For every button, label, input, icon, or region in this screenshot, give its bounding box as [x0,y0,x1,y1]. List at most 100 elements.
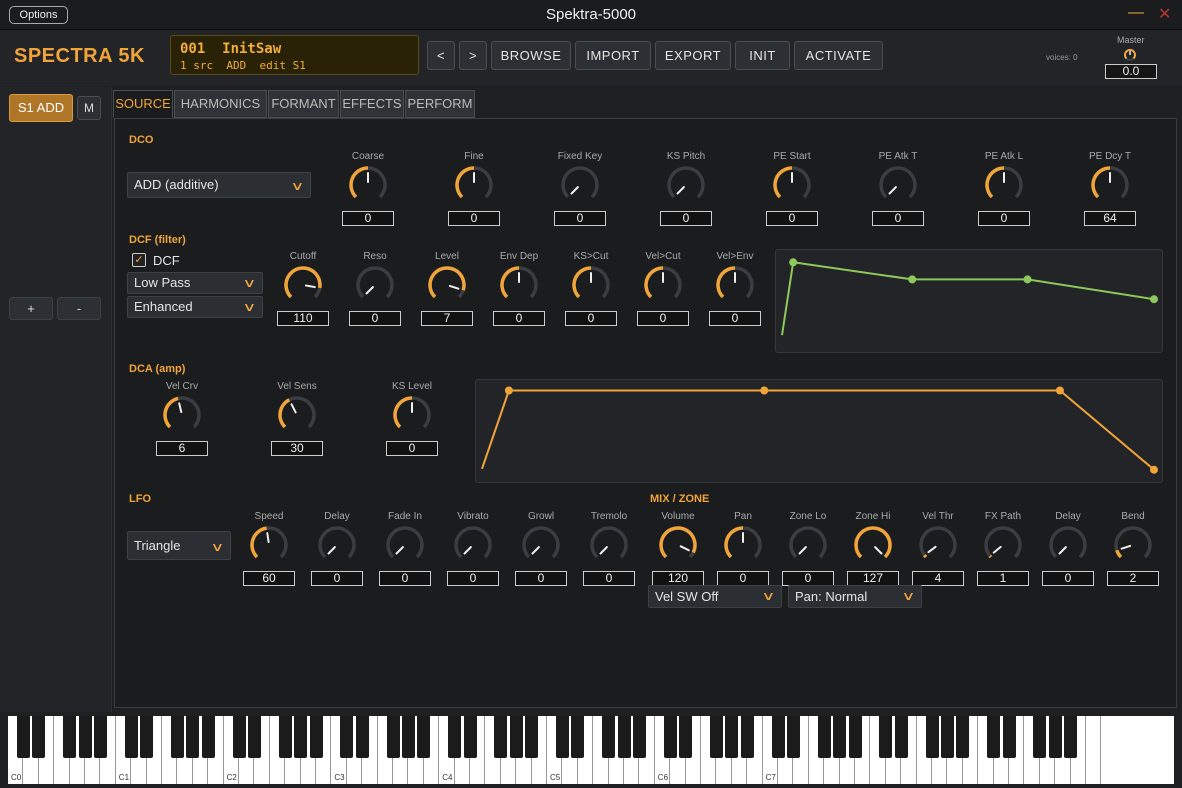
add-source-button[interactable]: + [9,297,53,320]
knob-dial[interactable] [384,524,426,566]
tab-perform[interactable]: PERFORM [405,90,475,118]
knob-value-field[interactable]: 0 [637,311,689,326]
black-key[interactable] [340,716,354,758]
knob-dial[interactable] [354,264,396,306]
black-key[interactable] [786,716,800,758]
knob-value-field[interactable]: 0 [872,211,924,226]
knob-speed[interactable]: Speed 60 [241,511,297,591]
knob-value-field[interactable]: 1 [977,571,1029,586]
knob-dial[interactable] [1089,164,1131,206]
knob-dial[interactable] [714,264,756,306]
knob-dial[interactable] [1047,524,1089,566]
knob-value-field[interactable]: 0 [1042,571,1094,586]
import-button[interactable]: IMPORT [575,41,651,70]
knob-value-field[interactable]: 0 [447,571,499,586]
black-key[interactable] [93,716,107,758]
knob-value-field[interactable]: 30 [271,441,323,456]
black-key[interactable] [740,716,754,758]
black-key[interactable] [140,716,154,758]
knob-dial[interactable] [347,164,389,206]
black-key[interactable] [555,716,569,758]
next-patch-button[interactable]: > [459,41,487,70]
black-key[interactable] [463,716,477,758]
dcf-quality-select[interactable]: Enhanced ∨ [127,296,263,318]
knob-value-field[interactable]: 64 [1084,211,1136,226]
init-button[interactable]: INIT [735,41,790,70]
knob-fade-in[interactable]: Fade In 0 [377,511,433,591]
knob-fx-path[interactable]: FX Path 1 [975,511,1031,591]
black-key[interactable] [987,716,1001,758]
filter-envelope-editor[interactable] [775,249,1163,353]
black-key[interactable] [817,716,831,758]
black-key[interactable] [771,716,785,758]
black-key[interactable] [617,716,631,758]
knob-value-field[interactable]: 2 [1107,571,1159,586]
knob-zone-lo[interactable]: Zone Lo 0 [780,511,836,591]
black-key[interactable] [956,716,970,758]
black-key[interactable] [940,716,954,758]
black-key[interactable] [448,716,462,758]
knob-value-field[interactable]: 0 [379,571,431,586]
envelope-node[interactable] [908,275,917,284]
knob-dial[interactable] [453,164,495,206]
envelope-node[interactable] [1023,275,1032,284]
black-key[interactable] [709,716,723,758]
knob-value-field[interactable]: 0 [717,571,769,586]
knob-pe-dcy-t[interactable]: PE Dcy T 64 [1082,151,1138,231]
knob-dial[interactable] [559,164,601,206]
knob-fine[interactable]: Fine 0 [446,151,502,231]
knob-bend[interactable]: Bend 2 [1105,511,1161,591]
knob-growl[interactable]: Growl 0 [513,511,569,591]
knob-delay[interactable]: Delay 0 [1040,511,1096,591]
tab-harmonics[interactable]: HARMONICS [174,90,267,118]
knob-pe-atk-l[interactable]: PE Atk L 0 [976,151,1032,231]
black-key[interactable] [509,716,523,758]
knob-zone-hi[interactable]: Zone Hi 127 [845,511,901,591]
black-key[interactable] [1064,716,1078,758]
knob-cutoff[interactable]: Cutoff 110 [275,251,331,331]
knob-value-field[interactable]: 0 [342,211,394,226]
knob-value-field[interactable]: 120 [652,571,704,586]
black-key[interactable] [294,716,308,758]
black-key[interactable] [925,716,939,758]
knob-value-field[interactable]: 0 [554,211,606,226]
knob-value-field[interactable]: 6 [156,441,208,456]
knob-value-field[interactable]: 0 [349,311,401,326]
knob-dial[interactable] [248,524,290,566]
black-key[interactable] [725,716,739,758]
tab-effects[interactable]: EFFECTS [340,90,404,118]
knob-ks-level[interactable]: KS Level 0 [384,381,440,461]
knob-value-field[interactable]: 127 [847,571,899,586]
envelope-node[interactable] [760,386,769,395]
knob-vel-cut[interactable]: Vel>Cut 0 [635,251,691,331]
knob-dial[interactable] [982,524,1024,566]
knob-dial[interactable] [426,264,468,306]
black-key[interactable] [78,716,92,758]
knob-dial[interactable] [452,524,494,566]
knob-value-field[interactable]: 0 [978,211,1030,226]
black-key[interactable] [401,716,415,758]
knob-value-field[interactable]: 60 [243,571,295,586]
black-key[interactable] [494,716,508,758]
knob-value-field[interactable]: 0 [493,311,545,326]
knob-value-field[interactable]: 0 [386,441,438,456]
knob-dial[interactable] [588,524,630,566]
knob-fixed-key[interactable]: Fixed Key 0 [552,151,608,231]
knob-value-field[interactable]: 0 [766,211,818,226]
knob-dial[interactable] [642,264,684,306]
piano-keyboard[interactable]: C0 C1 C2 C3 C4 C5 C6 C7 [8,716,1174,784]
tab-source[interactable]: SOURCE [113,90,173,118]
knob-volume[interactable]: Volume 120 [650,511,706,591]
envelope-node[interactable] [1150,295,1158,304]
knob-dial[interactable] [391,394,433,436]
knob-value-field[interactable]: 4 [912,571,964,586]
knob-dial[interactable] [570,264,612,306]
knob-value-field[interactable]: 0 [565,311,617,326]
black-key[interactable] [1033,716,1047,758]
knob-value-field[interactable]: 0 [782,571,834,586]
knob-dial[interactable] [520,524,562,566]
knob-value-field[interactable]: 0 [660,211,712,226]
export-button[interactable]: EXPORT [655,41,731,70]
lfo-wave-select[interactable]: Triangle ∨ [127,531,231,560]
prev-patch-button[interactable]: < [427,41,455,70]
